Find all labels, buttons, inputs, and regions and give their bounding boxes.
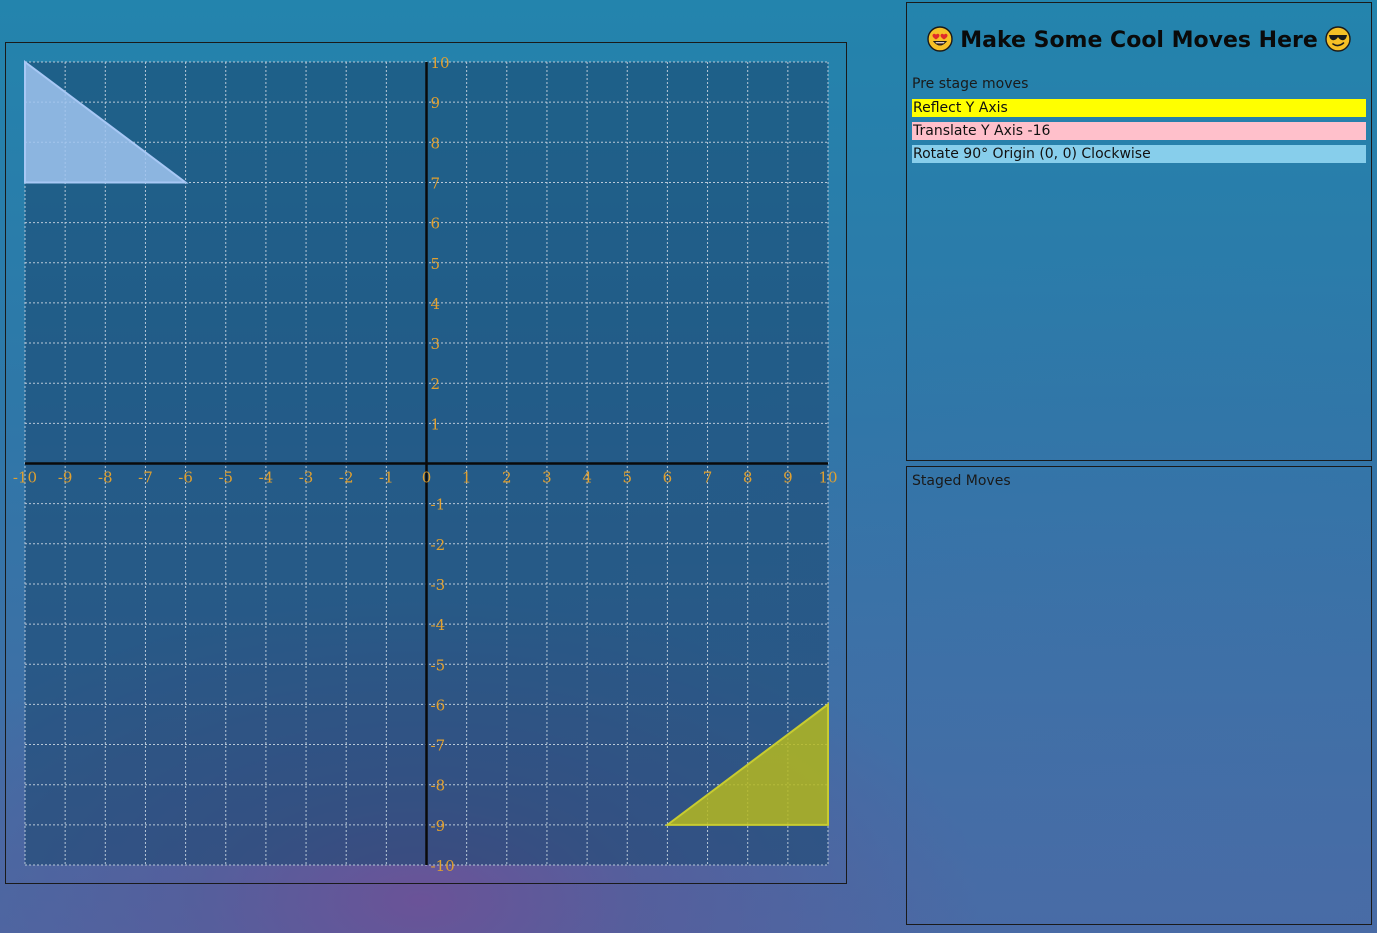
- staged-moves-panel[interactable]: Staged Moves: [906, 466, 1372, 925]
- heart-eyes-face-icon: [926, 26, 953, 52]
- moves-panel-title-text: Make Some Cool Moves Here: [960, 28, 1318, 53]
- move-item-reflect-y-axis[interactable]: Reflect Y Axis: [912, 99, 1366, 117]
- move-item-rotate-90-clockwise[interactable]: Rotate 90° Origin (0, 0) Clockwise: [912, 145, 1366, 163]
- graph-panel[interactable]: [5, 42, 847, 884]
- moves-panel-title: Make Some Cool Moves Here: [907, 26, 1371, 53]
- pre-stage-label: Pre stage moves: [912, 76, 1029, 92]
- staged-moves-label: Staged Moves: [912, 473, 1011, 489]
- sunglasses-face-icon: [1325, 26, 1352, 52]
- moves-panel: Make Some Cool Moves Here Pre stage move…: [906, 2, 1372, 461]
- move-item-translate-y-axis[interactable]: Translate Y Axis -16: [912, 122, 1366, 140]
